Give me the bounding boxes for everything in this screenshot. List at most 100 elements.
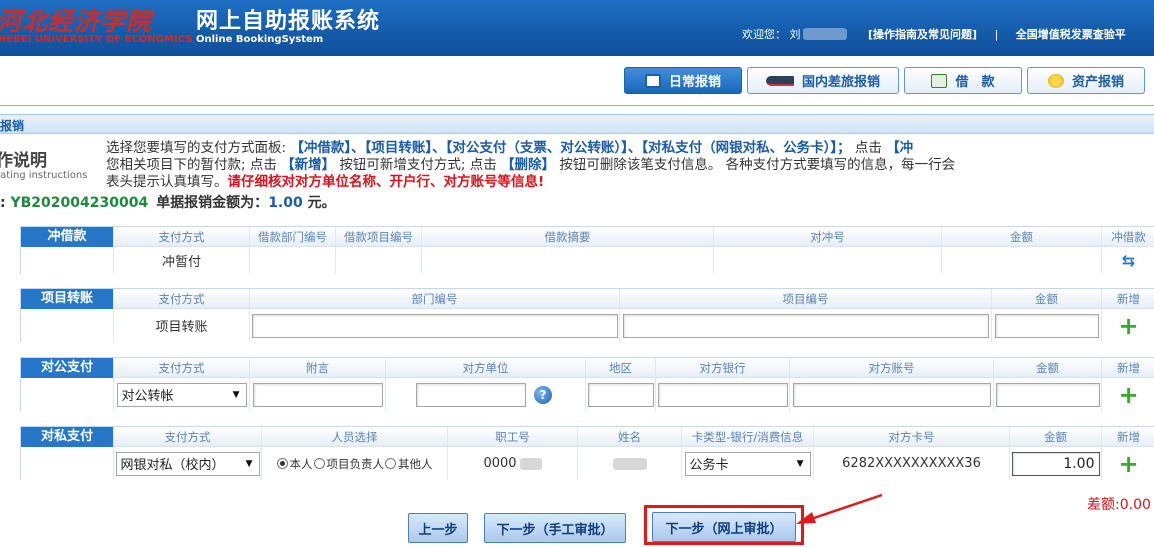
tab-daily-reimbursement[interactable]: 日常报销 [624, 67, 742, 94]
employee-no-mask [519, 457, 542, 470]
offset-amount-cell [941, 247, 1101, 274]
instructions-line-3: 表头提示认真填写。请仔细核对对方单位名称、开户行、对方账号等信息! [106, 174, 1154, 191]
nav-bar: 日常报销 国内差旅报销 借 款 资产报销 [0, 56, 1154, 106]
transfer-amount-input[interactable] [994, 313, 1099, 338]
section-title: 报销 [0, 119, 25, 133]
card-no-cell: 6282XXXXXXXXXX36 [813, 447, 1009, 480]
offset-loan-button[interactable]: ⇆ [1101, 247, 1154, 274]
col-name: 姓名 [577, 427, 681, 446]
remark-input[interactable] [252, 382, 383, 407]
coin-icon [1047, 73, 1064, 88]
highlight-text: 【冲借款】、【项目转账】、【对公支付（支票、对公转账）】、【对私支付（网银对私、… [290, 140, 851, 156]
public-amount-input[interactable] [995, 382, 1100, 407]
col-person-select: 人员选择 [261, 427, 447, 446]
card-type-select[interactable]: 公务卡 ▼ [684, 451, 811, 476]
project-transfer-panel: 项目转账 支付方式 部门编号 项目编号 金额 新增 项目转账 + [20, 288, 1154, 342]
counter-account-input[interactable] [792, 382, 991, 407]
public-payment-panel: 对公支付 支付方式 附言 对方单位 地区 对方银行 对方账号 金额 新增 对公转… [20, 357, 1154, 411]
instructions-text: 选择您要填写的支付方式面板: 【冲借款】、【项目转账】、【对公支付（支票、对公转… [106, 140, 1154, 191]
radio-other[interactable] [385, 458, 396, 469]
private-amount-value: 1.00 [1063, 455, 1095, 472]
add-project-transfer-button[interactable]: + [1101, 309, 1154, 342]
counter-bank-input[interactable] [657, 382, 788, 407]
counterparty-input[interactable] [416, 382, 526, 407]
region-input[interactable] [587, 382, 654, 407]
radio-project-leader[interactable] [313, 458, 325, 469]
project-no-cell [619, 309, 991, 342]
col-amount: 金额 [993, 358, 1101, 377]
annotation-arrow-icon [796, 493, 883, 524]
col-counter-bank: 对方银行 [655, 358, 789, 377]
counter-account-cell [789, 378, 993, 411]
text: 按钮可新增支付方式; 点击 [335, 157, 502, 173]
col-region: 地区 [585, 358, 655, 377]
plus-icon: + [1118, 311, 1139, 340]
help-icon[interactable]: ? [534, 385, 552, 404]
public-method-select[interactable]: 对公转帐 ▼ [116, 382, 247, 407]
col-offset-action: 冲借款 [1101, 227, 1154, 246]
offset-no-cell [713, 247, 941, 274]
highlight-text: 【删除】 [501, 157, 556, 173]
swap-icon: ⇆ [1121, 250, 1136, 270]
add-public-payment-button[interactable]: + [1101, 378, 1154, 411]
order-number: YB202004230004 [10, 195, 149, 211]
difference-amount: 差额:0.00 [1087, 497, 1151, 513]
counter-bank-cell [655, 378, 789, 411]
private-payment-row: 网银对私（校内） ▼ 本人 项目负责人 其他人 0000 公务卡 ▼ 6282X… [21, 447, 1154, 480]
text: 表头提示认真填写。 [106, 174, 228, 190]
dept-no-input[interactable] [251, 313, 618, 338]
tab-label: 借 款 [955, 75, 995, 90]
public-payment-header: 对公支付 支付方式 附言 对方单位 地区 对方银行 对方账号 金额 新增 [21, 358, 1154, 378]
tab-label: 日常报销 [668, 75, 721, 90]
col-card-no: 对方卡号 [813, 427, 1009, 446]
plus-icon: + [1118, 449, 1139, 478]
next-manual-approval-button[interactable]: 下一步（手工审批） [484, 513, 626, 543]
project-transfer-label: 项目转账 [21, 289, 113, 309]
order-amount: 1.00 [268, 195, 303, 211]
top-links: 欢迎您： 刘 [操作指南及常见问题] | 全国增值税发票查验平 [742, 26, 1126, 42]
add-private-payment-button[interactable]: + [1101, 447, 1154, 480]
dept-no-cell [249, 309, 619, 342]
project-no-input[interactable] [622, 313, 989, 338]
radio-label: 其他人 [398, 456, 433, 471]
help-link[interactable]: [操作指南及常见问题] [868, 26, 977, 42]
card-type-cell: 公务卡 ▼ [681, 447, 813, 480]
train-icon [765, 75, 794, 86]
prev-step-button[interactable]: 上一步 [408, 513, 468, 543]
highlight-text: 【冲 [886, 140, 914, 156]
app-header: 河北经济学院 HEBEI UNIVERSITY OF ECONOMICS 网上自… [0, 0, 1154, 56]
private-payment-panel: 对私支付 支付方式 人员选择 职工号 姓名 卡类型-银行/消费信息 对方卡号 金… [20, 426, 1154, 480]
offset-loan-label: 冲借款 [21, 227, 113, 247]
tab-domestic-travel[interactable]: 国内差旅报销 [747, 67, 899, 94]
col-loan-project-no: 借款项目编号 [335, 227, 421, 246]
region-cell [585, 378, 655, 411]
amount-label: 单据报销金额为： [156, 195, 269, 211]
private-payment-header: 对私支付 支付方式 人员选择 职工号 姓名 卡类型-银行/消费信息 对方卡号 金… [21, 427, 1154, 447]
col-pay-method: 支付方式 [113, 289, 249, 308]
col-counterparty: 对方单位 [385, 358, 585, 377]
private-amount-input[interactable]: 1.00 [1011, 451, 1100, 476]
loan-dept-no-cell [249, 247, 335, 274]
remark-cell [249, 378, 385, 411]
tab-asset-reimbursement[interactable]: 资产报销 [1027, 67, 1145, 94]
system-subtitle: Online BookingSystem [196, 34, 324, 45]
vat-check-link[interactable]: 全国增值税发票查验平 [1016, 26, 1126, 42]
offset-loan-method: 冲暂付 [113, 247, 249, 274]
private-payment-label: 对私支付 [21, 427, 113, 447]
private-method-select[interactable]: 网银对私（校内） ▼ [115, 451, 260, 476]
text: 点击 [850, 140, 887, 156]
col-card-type: 卡类型-银行/消费信息 [681, 427, 813, 446]
amount-unit: 元。 [302, 195, 336, 211]
tab-loan[interactable]: 借 款 [904, 67, 1022, 94]
university-logo-cn: 河北经济学院 [0, 7, 153, 36]
user-name-mask [802, 28, 847, 40]
col-add: 新增 [1101, 358, 1154, 377]
name-cell [577, 447, 681, 480]
instructions-label: 作说明 [0, 151, 47, 171]
col-pay-method: 支付方式 [113, 358, 249, 377]
offset-loan-row: 冲暂付 ⇆ [21, 247, 1154, 274]
radio-self[interactable] [276, 458, 288, 469]
radio-label: 项目负责人 [326, 456, 385, 471]
project-transfer-method: 项目转账 [113, 309, 249, 342]
loan-summary-cell [421, 247, 713, 274]
